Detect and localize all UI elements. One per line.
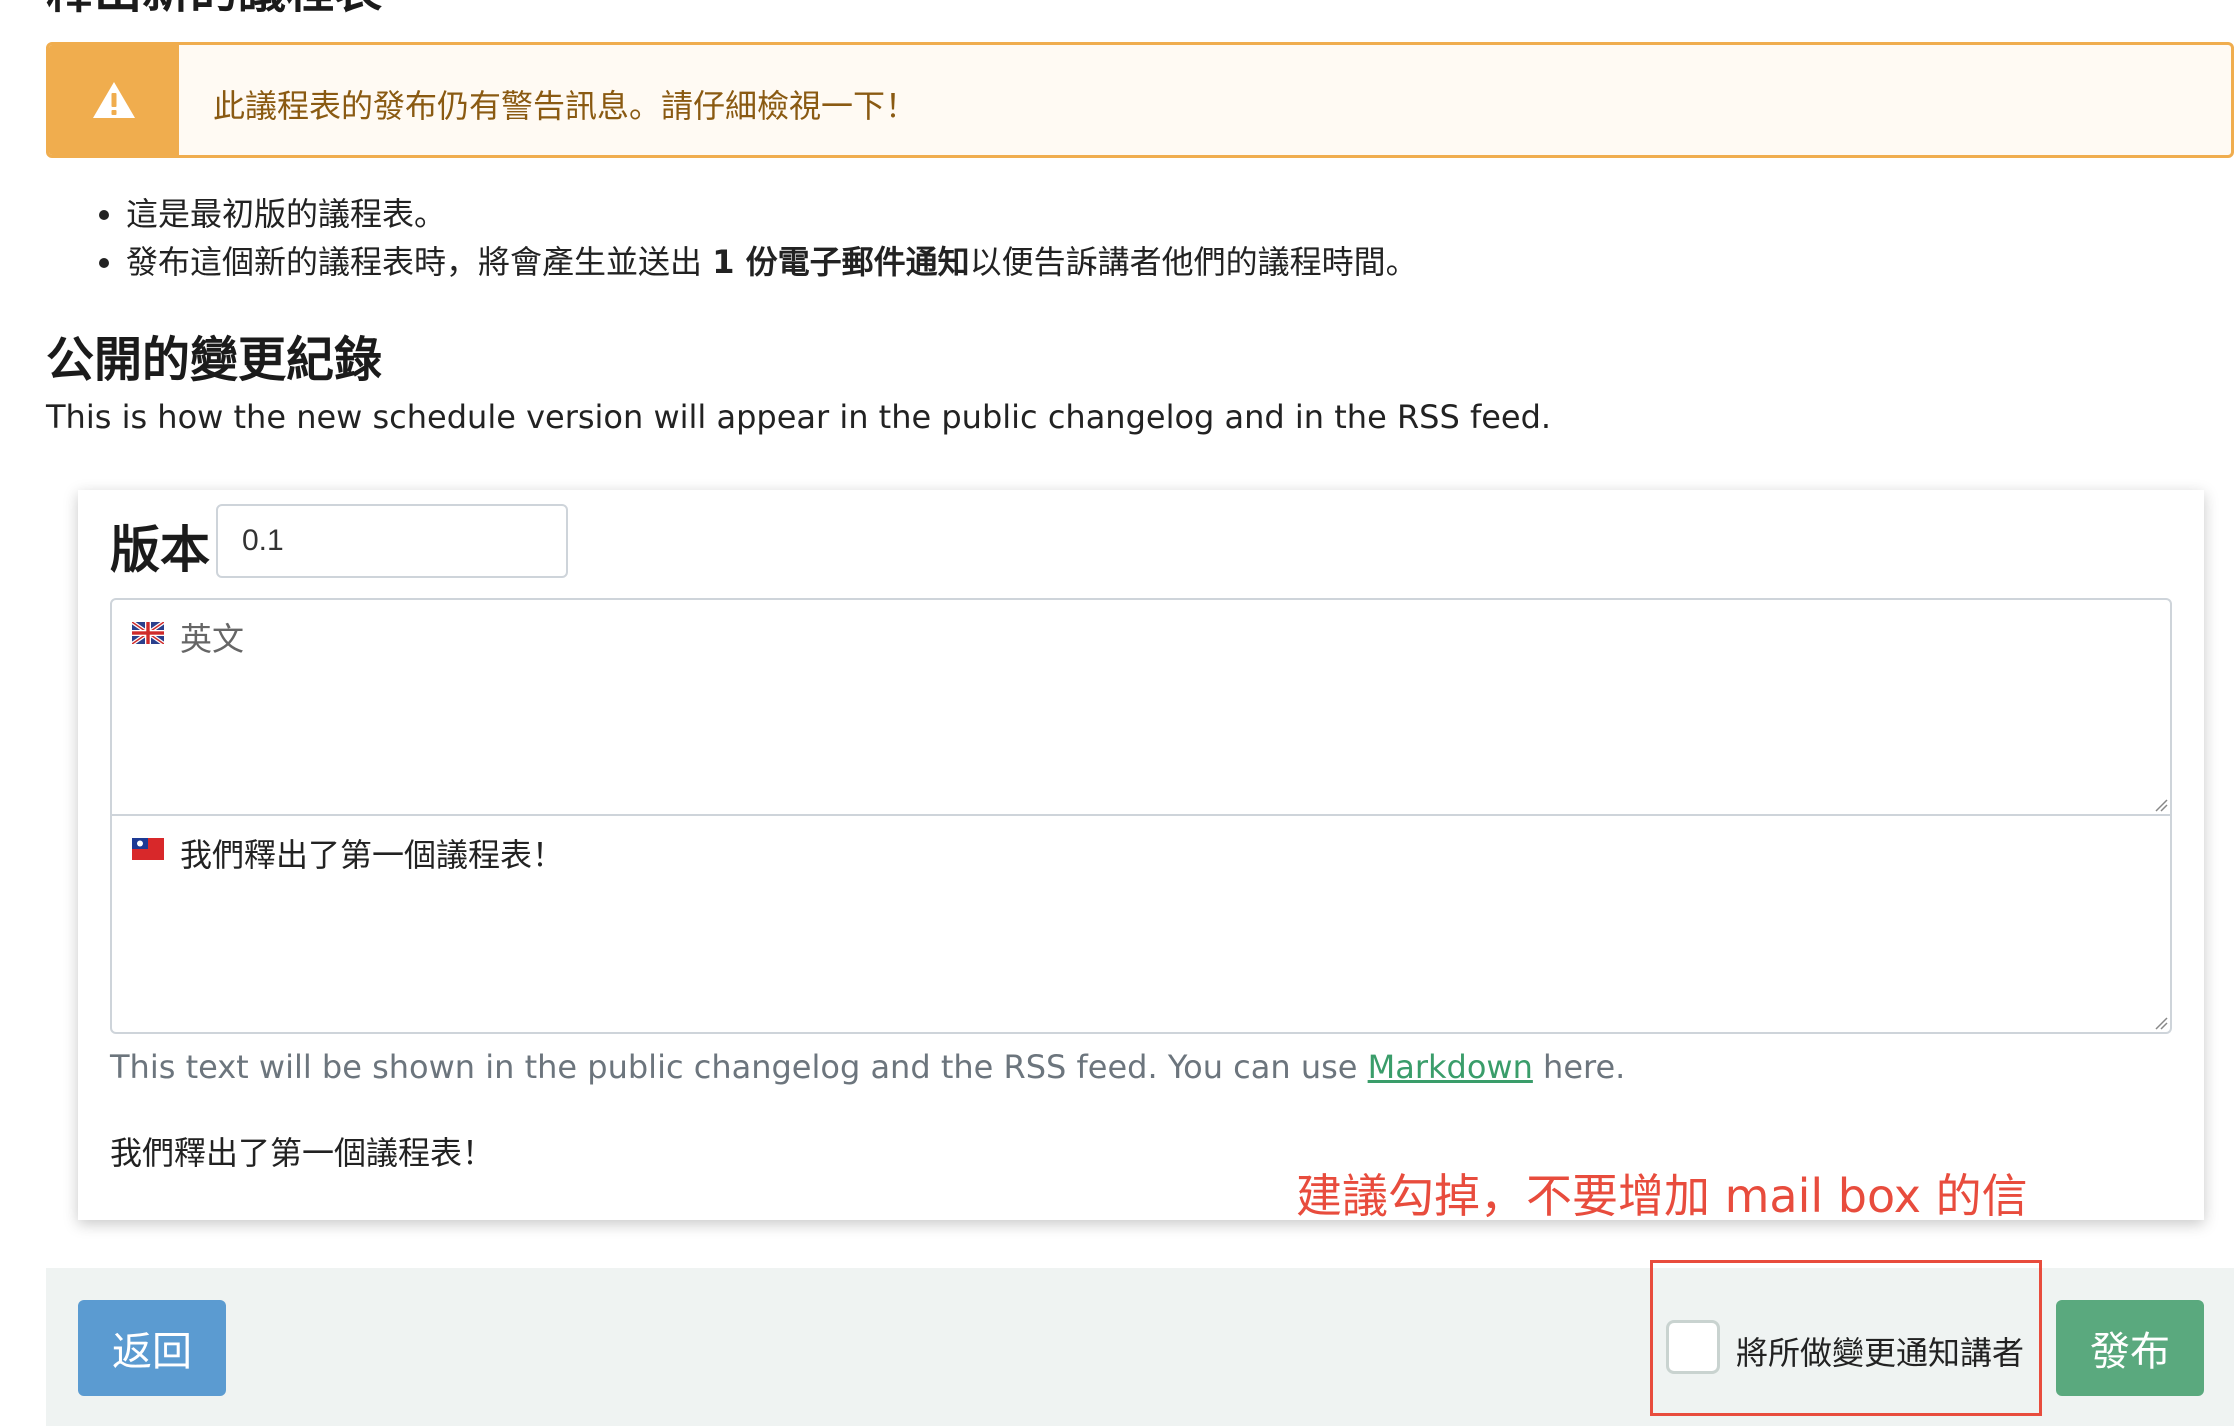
publish-button[interactable]: 發布 bbox=[2056, 1300, 2204, 1396]
textarea-english[interactable]: 英文 bbox=[110, 598, 2172, 816]
help-text-before: This text will be shown in the public ch… bbox=[110, 1048, 1368, 1086]
help-text-after: here. bbox=[1532, 1048, 1626, 1086]
alert-icon-box bbox=[49, 45, 179, 155]
info-list: 這是最初版的議程表。 發布這個新的議程表時，將會產生並送出 1 份電子郵件通知以… bbox=[86, 190, 1418, 286]
changelog-description: This is how the new schedule version wil… bbox=[46, 398, 1552, 436]
alert-message: 此議程表的發布仍有警告訊息。請仔細檢視一下！ bbox=[213, 87, 918, 125]
list-item: 發布這個新的議程表時，將會產生並送出 1 份電子郵件通知以便告訴講者他們的議程時… bbox=[126, 238, 1418, 286]
version-label: 版本 bbox=[110, 521, 210, 579]
resize-handle-icon[interactable] bbox=[2152, 1014, 2168, 1030]
list-item-text: 以便告訴講者他們的議程時間。 bbox=[969, 243, 1418, 281]
textarea-english-placeholder: 英文 bbox=[180, 620, 245, 658]
changelog-card: 版本 英文 我們釋出了第一個議程表！ This text will be sho… bbox=[78, 490, 2204, 1220]
help-text: This text will be shown in the public ch… bbox=[110, 1048, 1625, 1086]
resize-handle-icon[interactable] bbox=[2152, 796, 2168, 812]
textarea-chinese-value: 我們釋出了第一個議程表！ bbox=[180, 836, 565, 874]
form-footer: 返回 將所做變更通知講者 發布 bbox=[46, 1260, 2234, 1426]
changelog-heading: 公開的變更紀錄 bbox=[46, 332, 383, 388]
email-count-text: 1 份電子郵件通知 bbox=[712, 243, 970, 281]
version-input[interactable] bbox=[216, 504, 568, 578]
changelog-preview: 我們釋出了第一個議程表！ bbox=[110, 1134, 495, 1172]
annotation-note: 建議勾掉，不要增加 mail box 的信 bbox=[1296, 1169, 2028, 1223]
list-item-text: 這是最初版的議程表。 bbox=[126, 195, 447, 233]
notify-speakers-label[interactable]: 將所做變更通知講者 bbox=[1736, 1328, 2024, 1374]
warning-icon bbox=[93, 82, 135, 118]
warning-alert: 此議程表的發布仍有警告訊息。請仔細檢視一下！ bbox=[46, 42, 2234, 158]
page-title: 釋出新的議程表 bbox=[46, 0, 382, 16]
uk-flag-icon bbox=[132, 622, 164, 644]
back-button[interactable]: 返回 bbox=[78, 1300, 226, 1396]
markdown-link[interactable]: Markdown bbox=[1368, 1048, 1533, 1086]
notify-speakers-checkbox[interactable] bbox=[1666, 1320, 1720, 1374]
textarea-chinese[interactable]: 我們釋出了第一個議程表！ bbox=[110, 816, 2172, 1034]
list-item-text: 發布這個新的議程表時，將會產生並送出 bbox=[126, 243, 713, 281]
taiwan-flag-icon bbox=[132, 838, 164, 860]
list-item: 這是最初版的議程表。 bbox=[126, 190, 1418, 238]
